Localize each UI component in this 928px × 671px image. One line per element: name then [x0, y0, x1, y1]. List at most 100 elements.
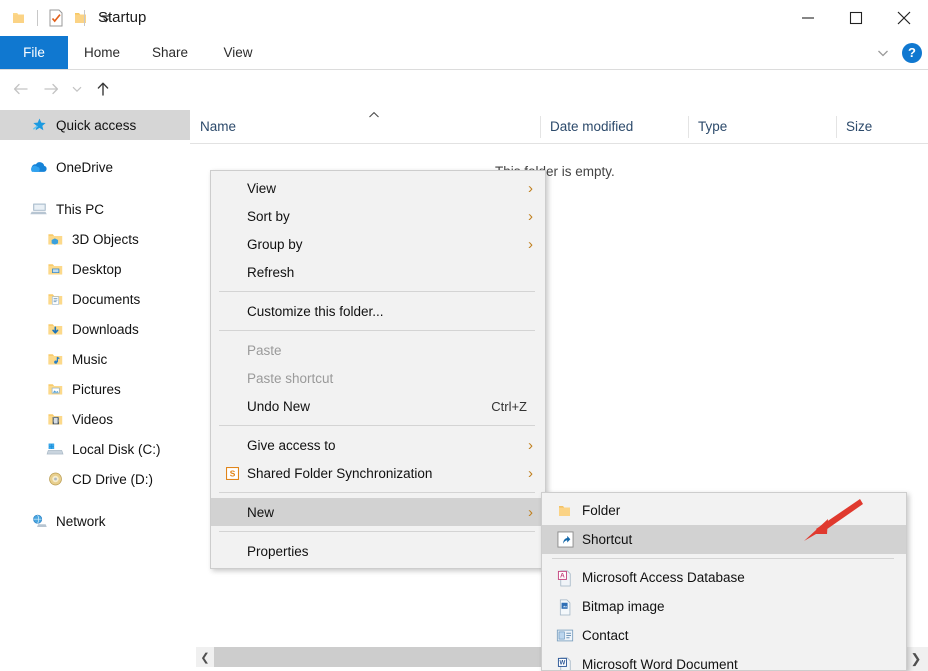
context-menu-item-shared-folder-synchronization[interactable]: S Shared Folder Synchronization ›: [211, 459, 545, 487]
sidebar-item-label: Local Disk (C:): [66, 442, 161, 457]
context-menu-label: New: [245, 505, 545, 520]
context-menu-item-properties[interactable]: Properties: [211, 537, 545, 565]
context-menu-separator: [219, 330, 535, 331]
sidebar-item-cd-drive-d[interactable]: CD Drive (D:): [0, 464, 190, 494]
chevron-right-icon: ›: [528, 438, 533, 453]
context-menu-item-group-by[interactable]: Group by ›: [211, 230, 545, 258]
window-title: Startup: [98, 8, 146, 28]
qat-separator: [37, 10, 38, 26]
folder-videos-icon: [44, 408, 66, 430]
folder-icon: [550, 503, 580, 519]
folder-desktop-icon: [44, 258, 66, 280]
pin-star-icon: [28, 114, 50, 136]
sidebar-item-label: Network: [50, 514, 106, 529]
sidebar-item-downloads[interactable]: Downloads: [0, 314, 190, 344]
sidebar-item-label: Desktop: [66, 262, 122, 277]
context-menu-label: Properties: [245, 544, 545, 559]
folder-downloads-icon: [44, 318, 66, 340]
folder-icon[interactable]: [8, 7, 30, 29]
up-button[interactable]: [88, 72, 118, 106]
context-menu-label: Sort by: [245, 209, 545, 224]
submenu-item-microsoft-word-document[interactable]: W Microsoft Word Document: [542, 650, 906, 671]
sidebar-item-documents[interactable]: Documents: [0, 284, 190, 314]
context-menu-separator: [219, 291, 535, 292]
submenu-item-microsoft-access-database[interactable]: A Microsoft Access Database: [542, 563, 906, 592]
svg-text:A: A: [559, 572, 564, 579]
sidebar-gap: [0, 494, 190, 506]
file-explorer-window: Startup File Home Share View ?: [0, 0, 928, 671]
sidebar-item-music[interactable]: Music: [0, 344, 190, 374]
sidebar-item-onedrive[interactable]: OneDrive: [0, 152, 190, 182]
submenu-item-folder[interactable]: Folder: [542, 496, 906, 525]
context-menu-item-sort-by[interactable]: Sort by ›: [211, 202, 545, 230]
column-header-date-modified[interactable]: Date modified: [540, 110, 688, 143]
sidebar-item-label: This PC: [50, 202, 104, 217]
context-menu-label: Give access to: [245, 438, 545, 453]
chevron-down-icon[interactable]: [872, 42, 894, 64]
column-header-name[interactable]: Name: [190, 110, 540, 143]
chevron-right-icon: ›: [528, 237, 533, 252]
help-button[interactable]: ?: [902, 43, 922, 63]
submenu-label: Microsoft Word Document: [580, 657, 738, 671]
shortcut-icon: [550, 531, 580, 548]
chevron-right-icon: ›: [528, 209, 533, 224]
new-folder-icon[interactable]: [70, 7, 92, 29]
sidebar-item-label: Quick access: [50, 118, 136, 133]
network-icon: [28, 510, 50, 532]
sidebar-item-quick-access[interactable]: Quick access: [0, 110, 190, 140]
context-menu-label: View: [245, 181, 545, 196]
scroll-left-icon[interactable]: ❮: [196, 647, 214, 667]
context-menu-label: Paste shortcut: [245, 371, 545, 386]
tab-share[interactable]: Share: [136, 36, 204, 69]
sidebar-item-label: CD Drive (D:): [66, 472, 153, 487]
sidebar-item-pictures[interactable]: Pictures: [0, 374, 190, 404]
context-menu-item-customize-this-folder[interactable]: Customize this folder...: [211, 297, 545, 325]
forward-button[interactable]: [36, 72, 66, 106]
sort-ascending-icon: [368, 110, 380, 122]
scroll-right-icon[interactable]: ❯: [904, 647, 928, 671]
tab-home[interactable]: Home: [68, 36, 136, 69]
column-header-type[interactable]: Type: [688, 110, 836, 143]
chevron-right-icon: ›: [528, 505, 533, 520]
back-button[interactable]: [6, 72, 36, 106]
minimize-button[interactable]: [784, 0, 832, 36]
context-menu-separator: [219, 425, 535, 426]
context-menu-item-view[interactable]: View ›: [211, 174, 545, 202]
sidebar-item-label: 3D Objects: [66, 232, 139, 247]
sidebar-item-local-disk-c[interactable]: Local Disk (C:): [0, 434, 190, 464]
sidebar-item-label: OneDrive: [50, 160, 113, 175]
context-menu-item-new[interactable]: New ›: [211, 498, 545, 526]
access-db-icon: A: [550, 569, 580, 587]
context-menu-item-undo-new[interactable]: Undo New Ctrl+Z: [211, 392, 545, 420]
title-separator: [84, 10, 85, 26]
sidebar-item-desktop[interactable]: Desktop: [0, 254, 190, 284]
column-header-size[interactable]: Size: [836, 110, 928, 143]
context-menu-label: Customize this folder...: [245, 304, 545, 319]
recent-locations-button[interactable]: [66, 72, 88, 106]
properties-icon[interactable]: [45, 7, 67, 29]
sync-s-icon: S: [219, 467, 245, 480]
sidebar-item-label: Videos: [66, 412, 113, 427]
chevron-right-icon: ›: [528, 466, 533, 481]
svg-text:W: W: [559, 659, 565, 666]
sidebar-item-3d-objects[interactable]: 3D Objects: [0, 224, 190, 254]
sidebar-item-videos[interactable]: Videos: [0, 404, 190, 434]
tab-file[interactable]: File: [0, 36, 68, 69]
context-menu-separator: [219, 492, 535, 493]
submenu-separator: [552, 558, 894, 559]
submenu-item-bitmap-image[interactable]: Bitmap image: [542, 592, 906, 621]
submenu-item-contact[interactable]: Contact: [542, 621, 906, 650]
folder-pictures-icon: [44, 378, 66, 400]
svg-text:S: S: [229, 468, 235, 478]
tab-view[interactable]: View: [204, 36, 272, 69]
context-menu-item-paste-shortcut: Paste shortcut: [211, 364, 545, 392]
submenu-item-shortcut[interactable]: Shortcut: [542, 525, 906, 554]
sidebar-item-network[interactable]: Network: [0, 506, 190, 536]
word-doc-icon: W: [550, 656, 580, 671]
sidebar-item-label: Documents: [66, 292, 140, 307]
context-menu-item-give-access-to[interactable]: Give access to ›: [211, 431, 545, 459]
context-menu-item-refresh[interactable]: Refresh: [211, 258, 545, 286]
close-button[interactable]: [880, 0, 928, 36]
maximize-button[interactable]: [832, 0, 880, 36]
sidebar-item-this-pc[interactable]: This PC: [0, 194, 190, 224]
